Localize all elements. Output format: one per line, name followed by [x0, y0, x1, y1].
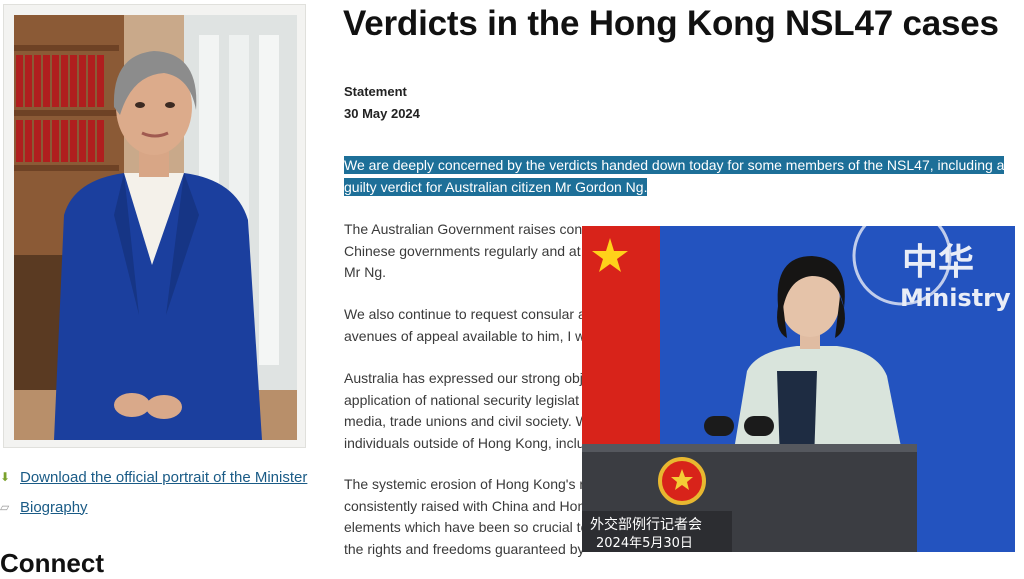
article-date: 30 May 2024 — [344, 106, 420, 121]
download-arrow-icon: ⬇ — [0, 470, 11, 484]
caption-line-1: 外交部例行记者会 — [590, 516, 702, 533]
highlight-line-1: We are deeply concerned by the verdicts … — [344, 156, 1005, 174]
biography-link[interactable]: ▱ Biography — [0, 492, 307, 522]
minister-portrait — [14, 15, 297, 440]
download-portrait-label: Download the official portrait of the Mi… — [20, 468, 308, 486]
document-icon: ▱ — [0, 500, 10, 514]
page-title: Verdicts in the Hong Kong NSL47 cases — [343, 4, 999, 43]
highlight-line-2: guilty verdict for Australian citizen Mr… — [344, 177, 648, 196]
press-conference-image: 中华 Ministry 外交部例行记者会 2024年5月30日 — [582, 226, 1015, 552]
biography-label: Biography — [20, 498, 88, 516]
download-portrait-link[interactable]: ⬇ Download the official portrait of the … — [0, 462, 307, 492]
backdrop-text-cn: 中华 — [902, 242, 974, 283]
connect-heading: Connect — [0, 548, 104, 578]
minister-portrait-frame — [3, 4, 306, 448]
backdrop-text-en: Ministry — [900, 284, 1011, 312]
article-type-label: Statement — [344, 84, 407, 99]
sidebar-links: ⬇ Download the official portrait of the … — [0, 462, 307, 522]
china-flag — [582, 226, 660, 446]
caption-line-2: 2024年5月30日 — [596, 536, 693, 551]
highlighted-paragraph: We are deeply concerned by the verdicts … — [344, 155, 1014, 198]
